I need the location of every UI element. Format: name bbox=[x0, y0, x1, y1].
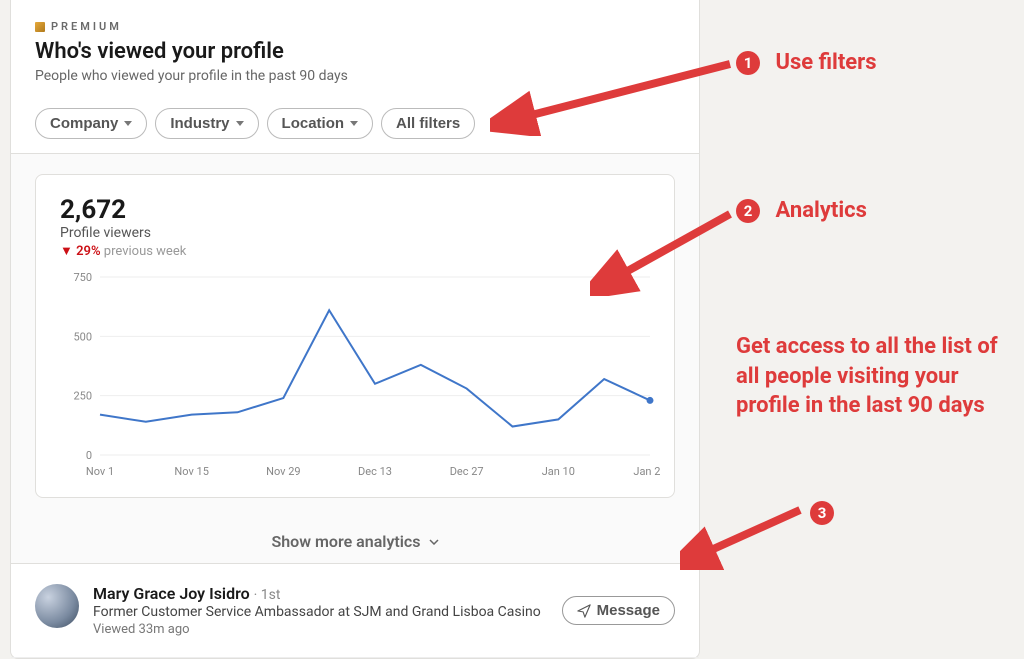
viewer-headline: Former Customer Service Ambassador at SJ… bbox=[93, 604, 548, 620]
filter-location[interactable]: Location bbox=[267, 108, 374, 139]
premium-icon bbox=[35, 22, 45, 32]
annotation-2-text: Analytics bbox=[775, 198, 866, 223]
trend-down-icon: ▼ bbox=[60, 244, 73, 259]
svg-text:0: 0 bbox=[86, 449, 92, 462]
send-icon bbox=[577, 604, 591, 618]
trend-line: ▼ 29% previous week bbox=[60, 243, 650, 259]
annotation-1-text: Use filters bbox=[775, 50, 876, 75]
viewer-connection-degree: · 1st bbox=[254, 587, 281, 603]
show-more-label: Show more analytics bbox=[271, 532, 420, 551]
show-more-analytics-button[interactable]: Show more analytics bbox=[11, 518, 699, 564]
message-button-label: Message bbox=[597, 602, 660, 619]
viewers-chart-card: 2,672 Profile viewers ▼ 29% previous wee… bbox=[35, 174, 675, 498]
annotation-badge-3: 3 bbox=[810, 501, 834, 525]
trend-percent: 29% bbox=[76, 244, 100, 259]
chevron-down-icon bbox=[350, 121, 358, 126]
filter-all-label: All filters bbox=[396, 115, 460, 132]
viewers-line-chart: 0 250 500 750 Nov 1 Nov 15 Nov 29 Dec 13 Dec 27 J… bbox=[60, 271, 660, 481]
svg-text:Nov 15: Nov 15 bbox=[174, 465, 208, 478]
page-subtitle: People who viewed your profile in the pa… bbox=[35, 68, 675, 84]
svg-text:Dec 27: Dec 27 bbox=[450, 465, 484, 478]
page-title: Who's viewed your profile bbox=[35, 39, 675, 64]
viewer-list-item[interactable]: Mary Grace Joy Isidro · 1st Former Custo… bbox=[11, 564, 699, 658]
filter-all[interactable]: All filters bbox=[381, 108, 475, 139]
annotation-2: 2 Analytics bbox=[736, 196, 867, 226]
filter-bar: Company Industry Location All filters Re… bbox=[11, 94, 699, 154]
panel-header: PREMIUM Who's viewed your profile People… bbox=[11, 0, 699, 94]
analytics-section: 2,672 Profile viewers ▼ 29% previous wee… bbox=[11, 154, 699, 518]
svg-text:Nov 1: Nov 1 bbox=[86, 465, 114, 478]
svg-text:Jan 24: Jan 24 bbox=[633, 465, 660, 478]
filter-company-label: Company bbox=[50, 115, 118, 132]
filter-location-label: Location bbox=[282, 115, 345, 132]
reset-filters-button[interactable]: Reset bbox=[483, 109, 541, 139]
annotation-arrow-3 bbox=[680, 500, 820, 570]
filter-industry-label: Industry bbox=[170, 115, 229, 132]
viewer-name: Mary Grace Joy Isidro bbox=[93, 584, 250, 603]
message-button[interactable]: Message bbox=[562, 596, 675, 625]
annotation-3-badge-wrap: 3 bbox=[810, 498, 844, 528]
filter-industry[interactable]: Industry bbox=[155, 108, 258, 139]
annotation-1: 1 Use filters bbox=[736, 48, 877, 78]
profile-views-panel: PREMIUM Who's viewed your profile People… bbox=[10, 0, 700, 659]
svg-text:Dec 13: Dec 13 bbox=[358, 465, 392, 478]
chevron-down-icon bbox=[429, 539, 439, 545]
avatar bbox=[35, 584, 79, 628]
viewer-count-label: Profile viewers bbox=[60, 225, 650, 241]
chevron-down-icon bbox=[124, 121, 132, 126]
premium-badge: PREMIUM bbox=[35, 20, 675, 33]
viewer-info: Mary Grace Joy Isidro · 1st Former Custo… bbox=[93, 584, 548, 637]
svg-text:250: 250 bbox=[73, 390, 92, 403]
svg-text:500: 500 bbox=[73, 330, 92, 343]
annotation-3-text: Get access to all the list of all people… bbox=[736, 332, 1006, 421]
svg-text:Nov 29: Nov 29 bbox=[266, 465, 300, 478]
chevron-down-icon bbox=[236, 121, 244, 126]
svg-text:750: 750 bbox=[73, 271, 92, 284]
viewer-count: 2,672 bbox=[60, 195, 650, 225]
svg-text:Jan 10: Jan 10 bbox=[542, 465, 575, 478]
filter-company[interactable]: Company bbox=[35, 108, 147, 139]
viewer-viewed-time: Viewed 33m ago bbox=[93, 622, 548, 637]
trend-suffix: previous week bbox=[104, 244, 187, 259]
annotation-badge-2: 2 bbox=[736, 199, 760, 223]
annotation-badge-1: 1 bbox=[736, 51, 760, 75]
premium-label: PREMIUM bbox=[51, 20, 122, 33]
